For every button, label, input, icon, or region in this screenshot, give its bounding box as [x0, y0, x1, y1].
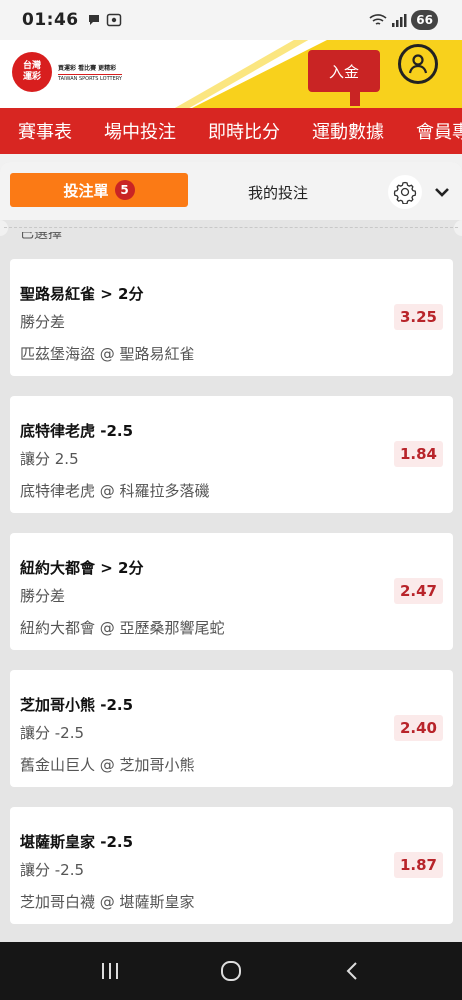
bet-selection: 堪薩斯皇家 -2.5 [20, 833, 134, 851]
ticket-notch-right [454, 220, 462, 236]
bet-market: 勝分差 [20, 313, 66, 331]
nav-item-member[interactable]: 會員專區 [398, 118, 462, 144]
back-icon [346, 962, 357, 980]
user-account-button[interactable] [398, 44, 438, 84]
bet-count-badge: 5 [114, 180, 135, 200]
tab-my-bets[interactable]: 我的投注 [248, 182, 308, 203]
system-nav-bar [0, 942, 462, 1000]
bet-card[interactable]: 紐約大都會 > 2分 勝分差 紐約大都會 @ 亞歷桑那響尾蛇 2.47 [10, 533, 453, 650]
bet-odds: 1.84 [393, 441, 443, 467]
status-bar: 01:46 66 [0, 0, 462, 40]
ticket-divider [4, 227, 458, 228]
main-nav: 賽事表 場中投注 即時比分 運動數據 會員專區 [0, 108, 462, 154]
nav-item-live-scores[interactable]: 即時比分 [190, 118, 294, 144]
bet-match: 舊金山巨人 @ 芝加哥小熊 [20, 756, 195, 774]
bet-slip-panel: 投注單 5 我的投注 已選擇 聖路易紅雀 > 2分 勝分差 匹茲堡海盜 @ 聖路… [0, 162, 462, 942]
back-button[interactable] [337, 956, 367, 986]
nav-item-sports-data[interactable]: 運動數據 [294, 118, 398, 144]
home-icon [220, 961, 241, 981]
logo-tagline: 買運彩 看比賽 更精彩 [58, 64, 117, 72]
nav-item-schedule[interactable]: 賽事表 [0, 118, 86, 144]
tab-bet-slip[interactable]: 投注單 5 [10, 173, 188, 207]
bet-match: 紐約大都會 @ 亞歷桑那響尾蛇 [20, 619, 225, 637]
bet-market: 勝分差 [20, 587, 66, 605]
settings-button[interactable] [388, 175, 422, 209]
signal-icon [392, 14, 407, 27]
gear-icon [393, 181, 417, 204]
bet-odds: 3.25 [393, 304, 443, 330]
recent-apps-button[interactable] [95, 956, 125, 986]
bet-odds: 2.40 [393, 715, 443, 741]
chevron-down-icon[interactable] [432, 182, 452, 202]
tab-bet-slip-label: 投注單 [63, 181, 109, 200]
bet-selection: 聖路易紅雀 > 2分 [20, 285, 144, 303]
screenshot-icon [106, 13, 121, 27]
logo-english: TAIWAN SPORTS LOTTERY [58, 73, 122, 82]
home-button[interactable] [216, 956, 246, 986]
status-notification-icons [87, 13, 122, 27]
partial-header-text: 已選擇 [20, 232, 62, 242]
battery-indicator: 66 [411, 10, 438, 30]
bet-card[interactable]: 聖路易紅雀 > 2分 勝分差 匹茲堡海盜 @ 聖路易紅雀 3.25 [10, 259, 453, 376]
bet-market: 讓分 -2.5 [20, 861, 85, 879]
bet-slip-tabs: 投注單 5 我的投注 [0, 162, 462, 220]
brand-logo[interactable]: 台灣運彩 買運彩 看比賽 更精彩 TAIWAN SPORTS LOTTERY [12, 52, 122, 92]
bet-match: 底特律老虎 @ 科羅拉多落磯 [20, 482, 210, 500]
bet-odds: 2.47 [393, 578, 443, 604]
deposit-button[interactable]: 入金 [308, 50, 380, 92]
status-time: 01:46 [22, 10, 79, 30]
status-right: 66 [369, 10, 438, 30]
bet-match: 匹茲堡海盜 @ 聖路易紅雀 [20, 345, 195, 363]
bet-card[interactable]: 底特律老虎 -2.5 讓分 2.5 底特律老虎 @ 科羅拉多落磯 1.84 [10, 396, 453, 513]
user-icon [408, 54, 428, 74]
nav-item-live-betting[interactable]: 場中投注 [86, 118, 190, 144]
bet-selection: 芝加哥小熊 -2.5 [20, 696, 134, 714]
logo-text: 買運彩 看比賽 更精彩 TAIWAN SPORTS LOTTERY [58, 63, 122, 82]
bet-selection: 底特律老虎 -2.5 [20, 422, 134, 440]
recent-apps-icon [102, 963, 119, 979]
chat-bubble-icon [88, 15, 99, 25]
wifi-icon [369, 14, 387, 25]
deposit-ribbon-tail [350, 92, 360, 106]
bet-odds: 1.87 [393, 852, 443, 878]
logo-main-text: 台灣運彩 [22, 61, 41, 82]
bet-selection: 紐約大都會 > 2分 [20, 559, 144, 577]
bet-card[interactable]: 芝加哥小熊 -2.5 讓分 -2.5 舊金山巨人 @ 芝加哥小熊 2.40 [10, 670, 453, 787]
bet-market: 讓分 -2.5 [20, 724, 85, 742]
app-header: 台灣運彩 買運彩 看比賽 更精彩 TAIWAN SPORTS LOTTERY 入… [0, 40, 462, 108]
bet-match: 芝加哥白襪 @ 堪薩斯皇家 [20, 893, 195, 911]
bet-card[interactable]: 堪薩斯皇家 -2.5 讓分 -2.5 芝加哥白襪 @ 堪薩斯皇家 1.87 [10, 807, 453, 924]
logo-mark: 台灣運彩 [12, 52, 52, 92]
bet-market: 讓分 2.5 [20, 450, 79, 468]
ticket-notch-left [0, 220, 8, 236]
